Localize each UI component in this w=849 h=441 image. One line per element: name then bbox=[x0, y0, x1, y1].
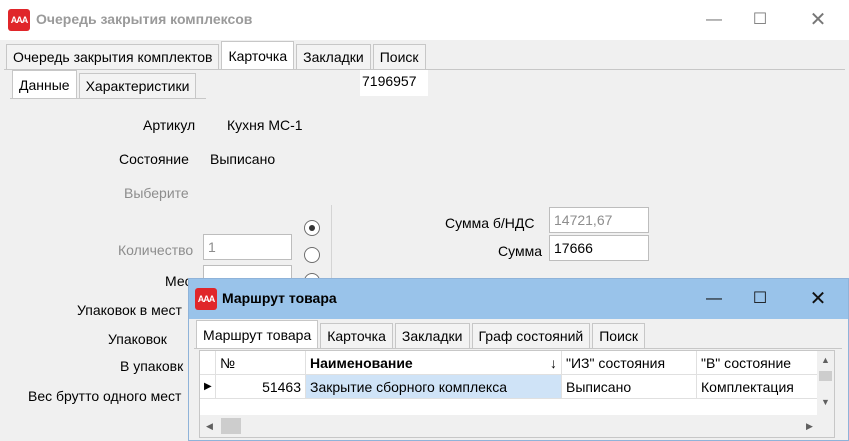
article-label: Артикул bbox=[143, 117, 196, 133]
packs-in-place-label: Упаковок в мест bbox=[77, 302, 182, 318]
state-value: Выписано bbox=[210, 151, 276, 167]
horizontal-scrollbar[interactable]: ◀ ▶ bbox=[200, 415, 834, 437]
column-header-name-text: Наименование bbox=[310, 355, 413, 371]
sum-label: Сумма bbox=[498, 243, 542, 259]
dialog-tabs: Маршрут товара Карточка Закладки Граф со… bbox=[196, 320, 647, 349]
subtab-data[interactable]: Данные bbox=[12, 70, 77, 99]
table-row-name[interactable]: Закрытие сборного комплекса bbox=[306, 375, 562, 399]
column-header-name[interactable]: Наименование ↓ bbox=[306, 351, 562, 375]
dialog-tab-bookmarks[interactable]: Закладки bbox=[394, 323, 470, 349]
table-row-to-state[interactable]: Комплектация bbox=[697, 375, 819, 399]
tab-search[interactable]: Поиск bbox=[372, 44, 426, 70]
tab-card[interactable]: Карточка bbox=[221, 41, 295, 70]
article-value: Кухня МС-1 bbox=[227, 117, 303, 133]
sum-field[interactable]: 17666 bbox=[549, 235, 649, 261]
app-logo-icon: AAA bbox=[8, 9, 30, 31]
dialog-titlebar: AAA Маршрут товара — ☐ ✕ bbox=[189, 279, 848, 319]
main-titlebar: AAA Очередь закрытия комплексов — ☐ ✕ bbox=[0, 0, 849, 40]
window-title: Очередь закрытия комплексов bbox=[36, 11, 253, 27]
column-header-to-state[interactable]: "В" состояние bbox=[697, 351, 819, 375]
tab-queue[interactable]: Очередь закрытия комплектов bbox=[6, 44, 220, 70]
subtab-underline bbox=[10, 98, 206, 99]
dialog-maximize-icon[interactable]: ☐ bbox=[737, 284, 783, 314]
card-number: 7196957 bbox=[360, 70, 428, 96]
sum-novat-field[interactable]: 14721,67 bbox=[549, 207, 649, 233]
quantity-field[interactable]: 1 bbox=[203, 234, 292, 260]
sum-novat-label: Сумма б/НДС bbox=[445, 215, 535, 231]
tab-bookmarks[interactable]: Закладки bbox=[296, 44, 371, 70]
dialog-close-icon[interactable]: ✕ bbox=[795, 284, 841, 314]
dialog-minimize-icon[interactable]: — bbox=[691, 284, 737, 314]
horizontal-scroll-thumb[interactable] bbox=[221, 418, 241, 434]
group-divider bbox=[331, 205, 332, 280]
quantity-label: Количество bbox=[118, 242, 194, 258]
dialog-tab-card[interactable]: Карточка bbox=[320, 323, 393, 349]
packs-label: Упаковок bbox=[108, 331, 167, 347]
minimize-icon[interactable]: — bbox=[691, 5, 737, 35]
close-icon[interactable]: ✕ bbox=[795, 5, 841, 35]
maximize-icon[interactable]: ☐ bbox=[737, 5, 783, 35]
choose-label: Выберите bbox=[124, 185, 189, 201]
scroll-left-icon[interactable]: ◀ bbox=[206, 421, 213, 431]
dialog-tab-search[interactable]: Поиск bbox=[592, 323, 646, 349]
in-pack-label: В упаковк bbox=[120, 358, 184, 374]
dialog-logo-icon: AAA bbox=[195, 288, 217, 310]
state-label: Состояние bbox=[119, 151, 189, 167]
radio-option-1[interactable] bbox=[304, 220, 320, 236]
main-tabs: Очередь закрытия комплектов Карточка Зак… bbox=[6, 41, 428, 70]
radio-option-2[interactable] bbox=[304, 247, 320, 263]
row-indicator-header bbox=[200, 351, 216, 375]
vertical-scroll-thumb[interactable] bbox=[819, 371, 832, 381]
dialog-tab-underline bbox=[194, 348, 842, 349]
table-row-number[interactable]: 51463 bbox=[216, 375, 306, 399]
table-row-from-state[interactable]: Выписано bbox=[562, 375, 697, 399]
column-header-from-state[interactable]: "ИЗ" состояния bbox=[562, 351, 697, 375]
route-grid: № Наименование ↓ "ИЗ" состояния "В" сост… bbox=[199, 350, 835, 438]
scroll-up-icon[interactable]: ▲ bbox=[821, 355, 830, 365]
sort-arrow-icon: ↓ bbox=[550, 355, 557, 371]
sub-tabs: Данные Характеристики bbox=[12, 70, 198, 99]
route-dialog: AAA Маршрут товара — ☐ ✕ Маршрут товара … bbox=[188, 278, 849, 441]
vertical-scrollbar[interactable]: ▲ ▼ bbox=[817, 351, 834, 415]
dialog-tab-state-graph[interactable]: Граф состояний bbox=[471, 323, 591, 349]
scroll-right-icon[interactable]: ▶ bbox=[806, 421, 813, 431]
dialog-tab-route[interactable]: Маршрут товара bbox=[196, 320, 319, 349]
column-header-number[interactable]: № bbox=[216, 351, 306, 375]
dialog-title: Маршрут товара bbox=[222, 290, 337, 306]
gross-weight-label: Вес брутто одного мест bbox=[28, 388, 182, 404]
scroll-down-icon[interactable]: ▼ bbox=[821, 397, 830, 407]
current-row-indicator-icon: ▶ bbox=[200, 375, 216, 399]
subtab-characteristics[interactable]: Характеристики bbox=[78, 73, 197, 99]
